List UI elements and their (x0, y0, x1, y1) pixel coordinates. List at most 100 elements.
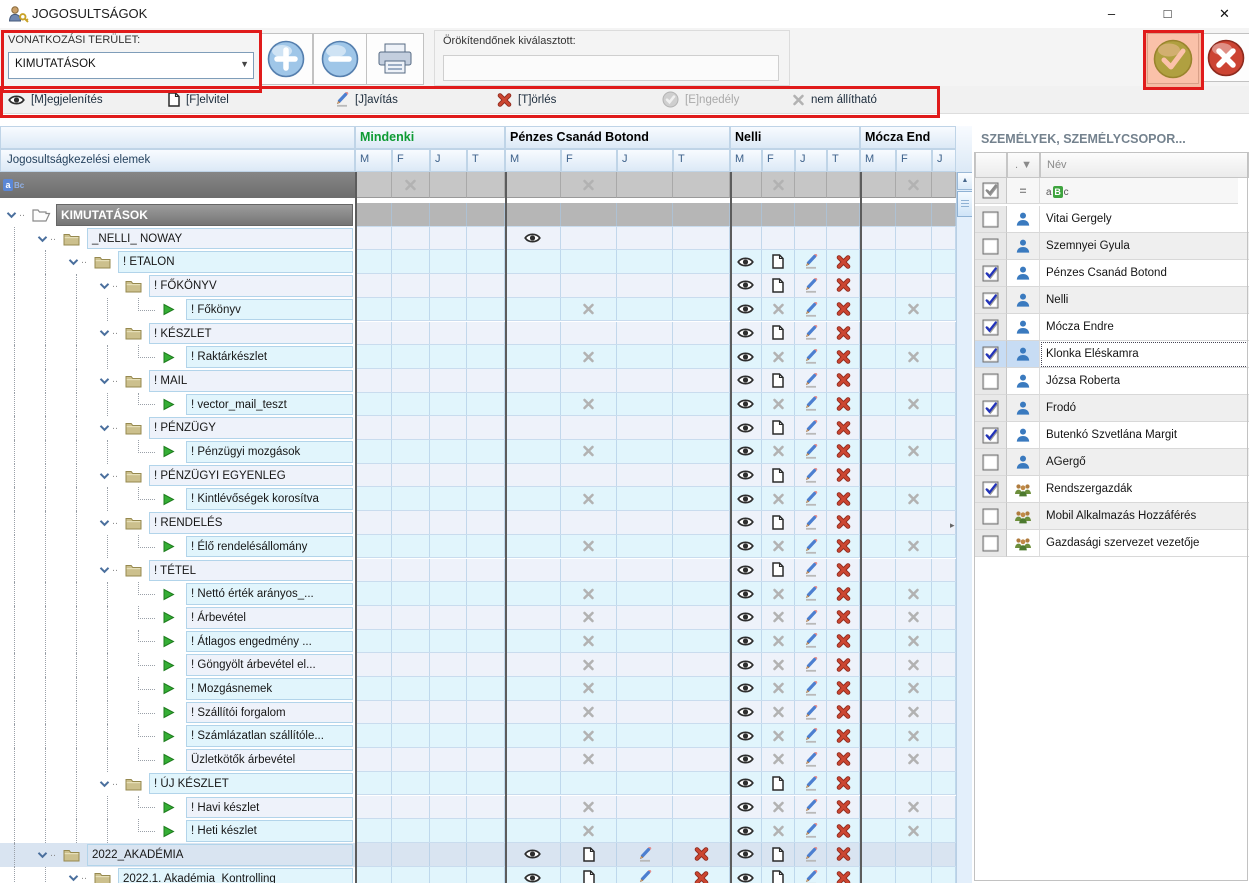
tree-row-label[interactable]: ! Árbevétel (186, 607, 353, 629)
perm-cell-mocza-M[interactable] (860, 535, 896, 558)
perm-cell-mocza-F[interactable] (896, 748, 932, 771)
perm-cell-mindenki-F[interactable] (392, 345, 430, 368)
tree-row-label[interactable]: ! vector_mail_teszt (186, 394, 353, 416)
perm-cell-penzes-F[interactable] (561, 701, 617, 724)
perm-cell-mocza-J[interactable] (932, 393, 956, 416)
tree-row[interactable]: ‥2022.1. Akadémia_Kontrolling (0, 867, 956, 883)
person-name-cell[interactable]: Pénzes Csanád Botond (1040, 260, 1249, 287)
perm-cell-mocza-M[interactable] (860, 653, 896, 676)
perm-cell-penzes-M[interactable] (505, 535, 561, 558)
person-row[interactable]: Mócza Endre (975, 314, 1247, 341)
perm-cell-mindenki-T[interactable] (467, 369, 505, 392)
perm-cell-nelli-J[interactable] (795, 416, 827, 439)
tree-row[interactable]: ‥KIMUTATÁSOK (0, 203, 956, 227)
perm-cell-penzes-F[interactable] (561, 724, 617, 747)
perm-cell-mindenki-J[interactable] (430, 653, 467, 676)
perm-cell-penzes-M[interactable] (505, 748, 561, 771)
perm-cell-nelli-M[interactable] (730, 582, 762, 605)
person-row[interactable]: AGergő (975, 449, 1247, 476)
person-row[interactable]: Vitai Gergely (975, 206, 1247, 233)
perm-cell-nelli-M[interactable] (730, 203, 762, 226)
perm-cell-mindenki-M[interactable] (355, 274, 392, 297)
perm-cell-penzes-J[interactable] (617, 203, 673, 226)
perm-cell-mindenki-T[interactable] (467, 203, 505, 226)
tree-row-label[interactable]: _NELLI_ NOWAY (87, 228, 353, 250)
perm-cell-nelli-M[interactable] (730, 440, 762, 463)
perm-cell-nelli-M[interactable] (730, 772, 762, 795)
perm-cell-penzes-T[interactable] (673, 772, 730, 795)
tree-row[interactable]: ‥! ETALON (0, 250, 956, 274)
perm-cell-nelli-F[interactable] (762, 724, 795, 747)
perm-cell-mindenki-M[interactable] (355, 772, 392, 795)
perm-cell-nelli-M[interactable] (730, 535, 762, 558)
perm-cell-nelli-T[interactable] (827, 867, 860, 883)
perm-cell-penzes-F[interactable] (561, 274, 617, 297)
perm-cell-nelli-T[interactable] (827, 511, 860, 534)
perm-cell-mindenki-T[interactable] (467, 345, 505, 368)
perm-cell-mindenki-F[interactable] (392, 274, 430, 297)
perm-cell-mindenki-J[interactable] (430, 250, 467, 273)
tree-row[interactable]: ! Heti készlet (0, 819, 956, 843)
perm-cell-mocza-F[interactable] (896, 274, 932, 297)
perm-cell-penzes-F[interactable] (561, 369, 617, 392)
perm-cell-mocza-M[interactable] (860, 416, 896, 439)
perm-cell-penzes-F[interactable] (561, 535, 617, 558)
perm-cell-mindenki-T[interactable] (467, 819, 505, 842)
tree-row-label[interactable]: ! MAIL (149, 370, 353, 392)
perm-cell-penzes-T[interactable] (673, 227, 730, 250)
expander-icon[interactable] (99, 369, 110, 393)
perm-cell-mindenki-T[interactable] (467, 677, 505, 700)
perm-cell-mocza-M[interactable] (860, 606, 896, 629)
tree-row-label[interactable]: ! Szállítói forgalom (186, 702, 353, 724)
person-row[interactable]: Klonka Éléskamra (975, 341, 1247, 368)
perm-cell-mindenki-J[interactable] (430, 203, 467, 226)
person-checkbox[interactable] (975, 395, 1007, 422)
perm-cell-penzes-T[interactable] (673, 274, 730, 297)
perm-cell-mocza-M[interactable] (860, 393, 896, 416)
perm-cell-penzes-M[interactable] (505, 345, 561, 368)
perm-cell-mocza-J[interactable] (932, 227, 956, 250)
person-row[interactable]: Pénzes Csanád Botond (975, 260, 1247, 287)
perm-cell-penzes-T[interactable] (673, 369, 730, 392)
perm-cell-penzes-M[interactable] (505, 606, 561, 629)
person-row[interactable]: Butenkó Szvetlána Margit (975, 422, 1247, 449)
tree-row[interactable]: ! Élő rendelésállomány (0, 535, 956, 559)
perm-cell-mindenki-F[interactable] (392, 298, 430, 321)
perm-cell-nelli-J[interactable] (795, 203, 827, 226)
perm-cell-mindenki-J[interactable] (430, 819, 467, 842)
expander-icon[interactable] (99, 511, 110, 535)
tree-row-label[interactable]: ! Havi készlet (186, 797, 353, 819)
tree-row[interactable]: ! Kintlévőségek korosítva (0, 487, 956, 511)
perm-cell-mindenki-J[interactable] (430, 274, 467, 297)
tree-row-label[interactable]: ! FŐKÖNYV (149, 275, 353, 297)
perm-cell-mindenki-T[interactable] (467, 606, 505, 629)
perm-cell-mindenki-T[interactable] (467, 724, 505, 747)
perm-cell-penzes-M[interactable] (505, 867, 561, 883)
perm-cell-mindenki-J[interactable] (430, 322, 467, 345)
person-checkbox[interactable] (975, 233, 1007, 260)
maximize-button[interactable]: □ (1145, 0, 1190, 28)
perm-cell-penzes-M[interactable] (505, 393, 561, 416)
perm-cell-penzes-J[interactable] (617, 630, 673, 653)
perm-cell-mindenki-T[interactable] (467, 298, 505, 321)
filter-cell-penzes-T[interactable] (673, 172, 730, 198)
perm-cell-mindenki-M[interactable] (355, 748, 392, 771)
perm-cell-mindenki-F[interactable] (392, 819, 430, 842)
perm-cell-mindenki-J[interactable] (430, 724, 467, 747)
perm-cell-mocza-F[interactable] (896, 511, 932, 534)
tree-row[interactable]: ! vector_mail_teszt (0, 393, 956, 417)
expander-icon[interactable] (99, 274, 110, 298)
perm-cell-penzes-M[interactable] (505, 274, 561, 297)
perm-cell-mocza-J[interactable] (932, 535, 956, 558)
perm-cell-mindenki-F[interactable] (392, 393, 430, 416)
perm-cell-nelli-J[interactable] (795, 843, 827, 866)
perm-cell-mocza-J[interactable] (932, 677, 956, 700)
perm-cell-nelli-F[interactable] (762, 677, 795, 700)
perm-cell-penzes-T[interactable] (673, 511, 730, 534)
perm-cell-mocza-J[interactable] (932, 345, 956, 368)
tree-row-label[interactable]: ! Mozgásnemek (186, 678, 353, 700)
filter-cell-mindenki-F[interactable] (392, 172, 430, 198)
person-row[interactable]: Szemnyei Gyula (975, 233, 1247, 260)
perm-cell-nelli-J[interactable] (795, 748, 827, 771)
tree-row[interactable]: ‥! RENDELÉS (0, 511, 956, 535)
